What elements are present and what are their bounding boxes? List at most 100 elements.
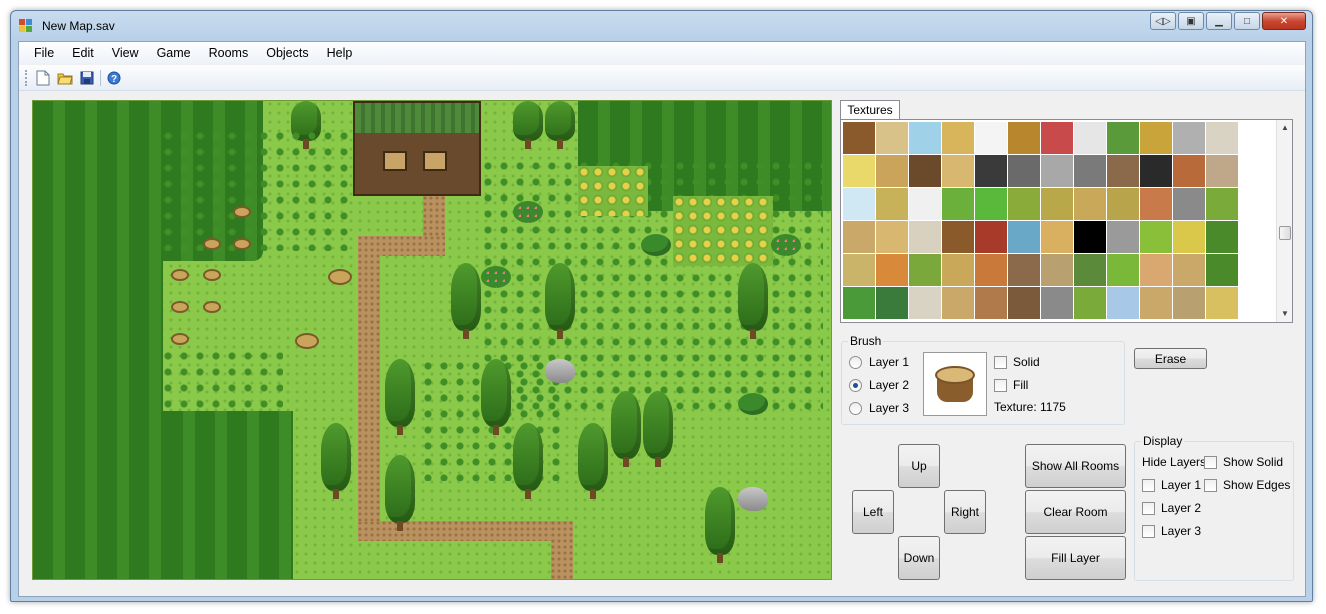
texture-tile[interactable] [1206,122,1238,154]
hide-layer2-checkbox[interactable]: Layer 2 [1142,501,1201,515]
brush-layer2-radio[interactable]: Layer 2 [849,378,909,392]
menu-rooms[interactable]: Rooms [200,42,258,64]
texture-tile[interactable] [975,155,1007,187]
texture-tile[interactable] [843,155,875,187]
texture-tile[interactable] [942,188,974,220]
clear-room-button[interactable]: Clear Room [1025,490,1126,534]
texture-tile[interactable] [1008,221,1040,253]
brush-layer3-radio[interactable]: Layer 3 [849,401,909,415]
texture-tile[interactable] [1173,287,1205,319]
show-all-rooms-button[interactable]: Show All Rooms [1025,444,1126,488]
texture-tile[interactable] [1206,188,1238,220]
texture-tile[interactable] [975,287,1007,319]
help-icon[interactable]: ? [103,67,125,89]
texture-tile[interactable] [1206,221,1238,253]
fill-layer-button[interactable]: Fill Layer [1025,536,1126,580]
texture-tile[interactable] [1008,188,1040,220]
right-button[interactable]: Right [944,490,986,534]
texture-tile[interactable] [942,221,974,253]
texture-tile[interactable] [1206,254,1238,286]
texture-tile[interactable] [909,221,941,253]
texture-tile[interactable] [1041,254,1073,286]
texture-tile[interactable] [876,122,908,154]
texture-tile[interactable] [1206,287,1238,319]
texture-tile[interactable] [876,254,908,286]
texture-tile[interactable] [942,122,974,154]
texture-tile[interactable] [1107,122,1139,154]
texture-tile[interactable] [975,188,1007,220]
texture-tile[interactable] [909,155,941,187]
texture-tile[interactable] [1107,221,1139,253]
menu-game[interactable]: Game [148,42,200,64]
texture-tile[interactable] [1107,155,1139,187]
texture-tile[interactable] [1074,287,1106,319]
save-icon[interactable] [76,67,98,89]
texture-tile[interactable] [1008,254,1040,286]
up-button[interactable]: Up [898,444,940,488]
map-canvas[interactable] [32,100,832,580]
texture-tile[interactable] [1074,155,1106,187]
texture-tile[interactable] [1074,221,1106,253]
texture-tile[interactable] [1107,254,1139,286]
maximize-button[interactable]: □ [1234,12,1260,30]
texture-tile[interactable] [909,287,941,319]
texture-tile[interactable] [1008,122,1040,154]
texture-tile[interactable] [1041,122,1073,154]
texture-tile[interactable] [876,287,908,319]
menu-help[interactable]: Help [318,42,362,64]
texture-tile[interactable] [1206,155,1238,187]
texture-tile[interactable] [1173,188,1205,220]
texture-tile[interactable] [1173,221,1205,253]
title-bar[interactable]: New Map.sav ◁▷ ▣ ▁ □ ✕ [11,11,1312,41]
texture-tile[interactable] [1074,254,1106,286]
hide-layer1-checkbox[interactable]: Layer 1 [1142,478,1201,492]
texture-tile[interactable] [1140,254,1172,286]
texture-tile[interactable] [909,122,941,154]
texture-tile[interactable] [942,254,974,286]
texture-tile[interactable] [1140,155,1172,187]
texture-tile[interactable] [843,188,875,220]
menu-file[interactable]: File [25,42,63,64]
texture-tile[interactable] [1140,287,1172,319]
texture-tile[interactable] [843,287,875,319]
close-button[interactable]: ✕ [1262,12,1306,30]
texture-tile[interactable] [843,254,875,286]
toolbar-grip[interactable] [25,69,28,86]
new-file-icon[interactable] [32,67,54,89]
extra-caption-icon-2[interactable]: ▣ [1178,12,1204,30]
menu-objects[interactable]: Objects [257,42,317,64]
texture-scrollbar[interactable]: ▲ ▼ [1276,120,1292,322]
texture-tile[interactable] [909,254,941,286]
menu-edit[interactable]: Edit [63,42,103,64]
texture-tile[interactable] [1074,188,1106,220]
hide-layer3-checkbox[interactable]: Layer 3 [1142,524,1201,538]
texture-tile[interactable] [1041,221,1073,253]
solid-checkbox[interactable]: Solid [994,355,1040,369]
texture-tile[interactable] [975,122,1007,154]
down-button[interactable]: Down [898,536,940,580]
texture-tile[interactable] [1041,287,1073,319]
texture-tile[interactable] [876,188,908,220]
scroll-down-icon[interactable]: ▼ [1277,306,1292,322]
show-solid-checkbox[interactable]: Show Solid [1204,455,1283,469]
brush-layer1-radio[interactable]: Layer 1 [849,355,909,369]
texture-tile[interactable] [1008,287,1040,319]
texture-tile[interactable] [1107,188,1139,220]
menu-view[interactable]: View [103,42,148,64]
texture-tile[interactable] [1173,122,1205,154]
texture-tile[interactable] [1008,155,1040,187]
texture-tile[interactable] [942,155,974,187]
texture-tile[interactable] [909,188,941,220]
texture-tile[interactable] [843,122,875,154]
erase-button[interactable]: Erase [1134,348,1207,369]
texture-tile[interactable] [1041,155,1073,187]
minimize-button[interactable]: ▁ [1206,12,1232,30]
texture-palette[interactable]: ▲ ▼ [840,119,1293,323]
texture-tile[interactable] [975,221,1007,253]
texture-tile[interactable] [1173,254,1205,286]
scroll-up-icon[interactable]: ▲ [1277,120,1292,136]
texture-tile[interactable] [1173,155,1205,187]
open-folder-icon[interactable] [54,67,76,89]
texture-tile[interactable] [1041,188,1073,220]
texture-tile[interactable] [1140,188,1172,220]
